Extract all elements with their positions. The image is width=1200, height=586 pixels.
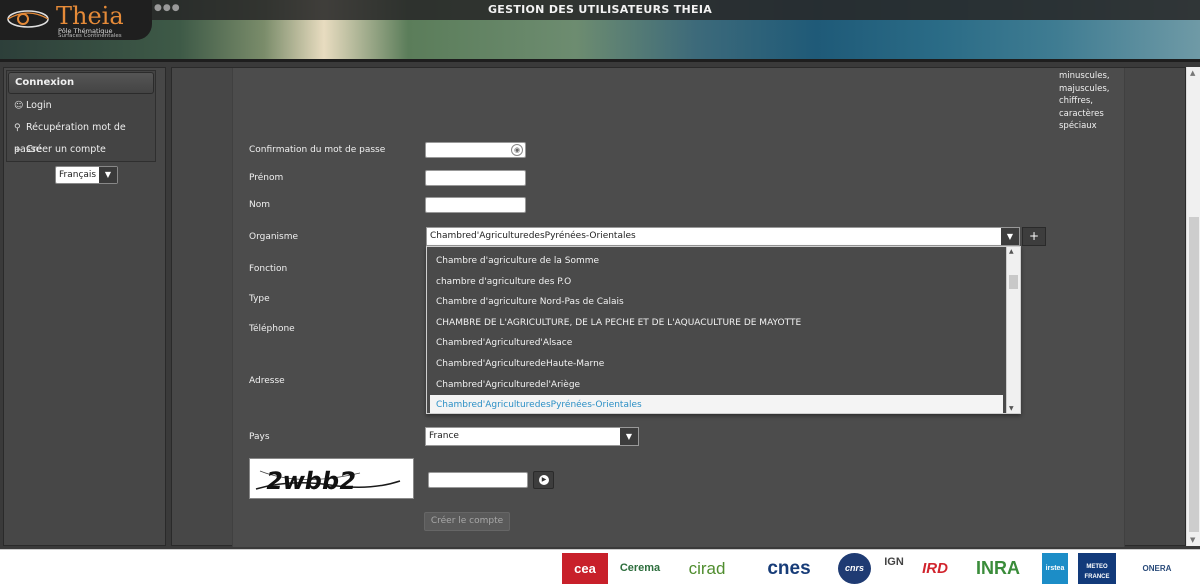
menu-heading: Connexion <box>8 72 154 94</box>
eye-logo-icon <box>7 10 49 28</box>
partner-logo-cnes[interactable]: cnes <box>746 553 832 584</box>
captcha-graphic: 2wbb2 <box>250 459 413 498</box>
list-item[interactable]: Chambred'AgriculturedeHaute-Marne <box>427 354 1020 375</box>
chevron-down-icon[interactable]: ▼ <box>1001 228 1019 245</box>
organisation-value: Chambred'AgriculturedesPyrénées-Oriental… <box>430 231 636 241</box>
partner-logo-cirad[interactable]: cirad <box>672 553 742 584</box>
partner-logo-cnrs[interactable]: cnrs <box>838 553 871 584</box>
partner-logo-ird[interactable]: IRD <box>913 553 957 584</box>
phone-label: Téléphone <box>249 324 295 334</box>
scroll-down-icon[interactable]: ▼ <box>1009 405 1014 412</box>
country-label: Pays <box>249 432 270 442</box>
partner-logo-cerema[interactable]: Cerema <box>612 553 668 584</box>
page-scrollbar[interactable]: ▲ ▼ <box>1186 67 1200 546</box>
partner-logo-inra[interactable]: INRA <box>962 553 1034 584</box>
confirm-password-label: Confirmation du mot de passe <box>249 145 386 155</box>
partner-logo-meteo-france[interactable]: METEO FRANCE <box>1078 553 1116 584</box>
refresh-captcha-button[interactable]: ▶ <box>533 471 554 489</box>
logo-subtitle-2: Surfaces Continentales <box>58 33 122 39</box>
plus-icon: + <box>14 145 22 155</box>
password-hint: minuscules, majuscules, chiffres, caract… <box>1059 70 1129 133</box>
partners-footer: cea Cerema cirad cnes cnrs IGN IRD INRA … <box>0 549 1200 586</box>
logo-name: Theia <box>56 2 124 30</box>
sidebar-item-password-recovery[interactable]: ⚲ Récupération mot de passe <box>7 117 155 155</box>
user-icon: ☺ <box>14 101 24 111</box>
create-account-button[interactable]: Créer le compte <box>424 512 510 531</box>
list-item[interactable]: Chambre d'agriculture de la Somme <box>427 251 1020 272</box>
theia-logo[interactable]: Theia Pôle Thématique Surfaces Continent… <box>0 0 152 40</box>
scrollbar-thumb[interactable] <box>1189 217 1199 532</box>
firstname-input[interactable] <box>425 170 526 186</box>
chevron-down-icon[interactable]: ▼ <box>99 167 117 183</box>
list-item[interactable]: Chambred'Agriculturedel'Ariège <box>427 375 1020 396</box>
language-value: Français <box>59 170 97 180</box>
arrow-right-icon: ▶ <box>539 475 549 485</box>
sidebar-item-login[interactable]: ☺ Login <box>7 95 155 117</box>
list-item-selected[interactable]: Chambred'AgriculturedesPyrénées-Oriental… <box>430 395 1003 413</box>
address-label: Adresse <box>249 376 285 386</box>
captcha-input[interactable] <box>428 472 528 488</box>
organisation-label: Organisme <box>249 232 299 242</box>
list-item[interactable]: chambre d'agriculture des P.O <box>427 272 1020 293</box>
scrollbar-thumb[interactable] <box>1009 275 1018 289</box>
organisation-select[interactable]: Chambred'AgriculturedesPyrénées-Oriental… <box>426 227 1020 246</box>
sidebar: Connexion ☺ Login ⚲ Récupération mot de pa… <box>3 67 166 546</box>
ellipsis-icon: ●●● <box>154 3 181 13</box>
partner-logo-onera[interactable]: ONERA <box>1122 553 1192 584</box>
fonction-label: Fonction <box>249 264 288 274</box>
sidebar-item-create-account[interactable]: + Créer un compte <box>7 139 155 161</box>
add-organisation-button[interactable]: + <box>1022 227 1046 246</box>
hint-line: minuscules, <box>1059 71 1110 81</box>
lastname-label: Nom <box>249 200 271 210</box>
captcha-image: 2wbb2 <box>249 458 414 499</box>
scroll-up-icon[interactable]: ▲ <box>1009 248 1014 255</box>
captcha-text: 2wbb2 <box>264 467 359 495</box>
organisation-dropdown-list: Chambre d'agriculture de la Somme chambr… <box>426 246 1021 414</box>
dropdown-scrollbar[interactable]: ▲ ▼ <box>1006 247 1020 413</box>
list-item[interactable]: CHAMBRE DE L'AGRICULTURE, DE LA PECHE ET… <box>427 313 1020 334</box>
country-value: France <box>429 431 459 441</box>
type-label: Type <box>249 294 270 304</box>
confirm-password-input[interactable]: ◉ <box>425 142 526 158</box>
sidebar-item-label: Créer un compte <box>26 144 106 155</box>
lastname-input[interactable] <box>425 197 526 213</box>
show-password-icon[interactable]: ◉ <box>511 144 523 156</box>
firstname-label: Prénom <box>249 173 284 183</box>
partner-logo-cea[interactable]: cea <box>562 553 608 584</box>
hint-line: majuscules, <box>1059 83 1110 94</box>
hint-line: caractères <box>1059 108 1104 119</box>
chevron-down-icon[interactable]: ▼ <box>620 428 638 445</box>
list-item[interactable]: Chambred'Agricultured'Alsace <box>427 333 1020 354</box>
country-select[interactable]: France ▼ <box>425 427 639 446</box>
scroll-up-icon[interactable]: ▲ <box>1190 69 1195 77</box>
main-panel: minuscules, majuscules, chiffres, caract… <box>171 67 1186 547</box>
sidebar-item-label: Login <box>26 100 52 111</box>
partner-logo-irstea[interactable]: irstea <box>1042 553 1068 584</box>
scroll-down-icon[interactable]: ▼ <box>1190 536 1195 544</box>
hint-line: chiffres, <box>1059 96 1093 106</box>
header-banner: GESTION DES UTILISATEURS THEIA Theia Pôl… <box>0 0 1200 62</box>
language-select[interactable]: Français ▼ <box>55 166 118 184</box>
hint-line: spéciaux <box>1059 121 1097 131</box>
list-item[interactable]: Chambre d'agriculture Nord-Pas de Calais <box>427 292 1020 313</box>
partner-logo-ign[interactable]: IGN <box>878 553 910 584</box>
key-icon: ⚲ <box>14 123 21 133</box>
connexion-menu: Connexion ☺ Login ⚲ Récupération mot de pa… <box>6 70 156 162</box>
